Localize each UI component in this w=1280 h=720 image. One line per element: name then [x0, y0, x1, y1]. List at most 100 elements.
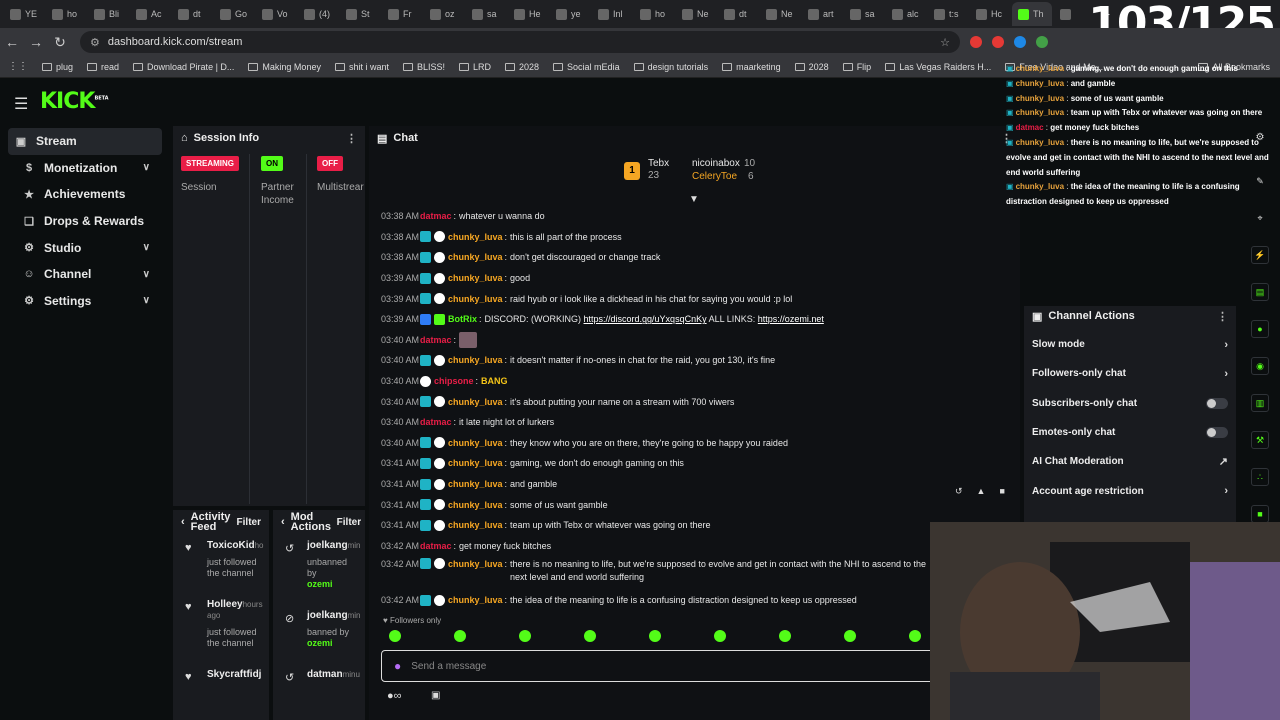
- bookmark-item[interactable]: Social mEdia: [553, 62, 620, 72]
- browser-tab[interactable]: art: [802, 2, 842, 26]
- chat-message[interactable]: 03:40 AM chunky_luva: it doesn't matter if…: [381, 350, 941, 371]
- document-icon[interactable]: ▤: [1251, 283, 1269, 301]
- layout-icon[interactable]: ▥: [1251, 394, 1269, 412]
- chevron-down-icon[interactable]: ∨: [143, 295, 150, 306]
- bookmark-item[interactable]: read: [87, 62, 119, 72]
- chevron-down-icon[interactable]: ∨: [143, 242, 150, 253]
- reply-icon[interactable]: ↺: [955, 486, 963, 502]
- back-icon[interactable]: ←: [0, 34, 24, 50]
- browser-tab[interactable]: ho: [634, 2, 674, 26]
- chevron-right-icon[interactable]: ›: [1224, 339, 1228, 351]
- bookmark-item[interactable]: maarketing: [722, 62, 781, 72]
- feed-item[interactable]: ♥ Skycraftfidj: [179, 669, 263, 683]
- channel-action-followers-only-chat[interactable]: Followers-only chat ›: [1024, 359, 1236, 388]
- target-icon[interactable]: ⌖: [1251, 209, 1269, 227]
- extension-icon[interactable]: [1036, 36, 1048, 48]
- message-username[interactable]: chunky_luva: [448, 558, 503, 571]
- kick-logo[interactable]: KICKBETA: [40, 89, 109, 114]
- bookmark-item[interactable]: 2028: [505, 62, 539, 72]
- message-username[interactable]: chunky_luva: [448, 355, 503, 365]
- extension-icon[interactable]: [1014, 36, 1026, 48]
- message-link[interactable]: https://discord.gg/uYxqsqCnKy: [584, 314, 707, 324]
- site-info-icon[interactable]: ⚙: [90, 36, 100, 49]
- apps-icon[interactable]: ⋮⋮: [8, 61, 28, 72]
- lightning-icon[interactable]: ⚡: [1251, 246, 1269, 264]
- shop-icon[interactable]: ▣: [431, 690, 440, 701]
- extension-icon[interactable]: [992, 36, 1004, 48]
- chat-message[interactable]: 03:40 AM chipsone: BANG: [381, 371, 941, 392]
- message-link[interactable]: https://ozemi.net: [758, 314, 824, 324]
- mic-icon[interactable]: ●: [394, 659, 401, 673]
- chevron-right-icon[interactable]: ›: [1224, 368, 1228, 380]
- browser-tab[interactable]: ye: [550, 2, 590, 26]
- message-username[interactable]: datmac: [420, 211, 452, 221]
- pin-icon[interactable]: ▲: [977, 486, 986, 502]
- sidebar-item-monetization[interactable]: $ Monetization ∨: [8, 155, 162, 182]
- chat-message[interactable]: 03:39 AM BotRix: DISCORD: (WORKING) https:…: [381, 309, 941, 330]
- message-username[interactable]: chunky_luva: [448, 458, 503, 468]
- status-badge[interactable]: STREAMING: [181, 156, 239, 171]
- browser-tab[interactable]: Ne: [676, 2, 716, 26]
- feed-item[interactable]: ♥ ToxicoKidho just followed the channel: [179, 540, 264, 579]
- feed-item[interactable]: ♥ Holleeyhours ago just followed the chann…: [179, 599, 263, 649]
- reload-icon[interactable]: ↻: [48, 34, 72, 51]
- chevron-down-icon[interactable]: ∨: [143, 162, 150, 173]
- chat-message[interactable]: 03:41 AM chunky_luva: gaming, we don't do …: [381, 453, 941, 474]
- chat-message[interactable]: 03:41 AM chunky_luva: team up with Tebx or…: [381, 515, 941, 536]
- message-username[interactable]: chipsone: [434, 376, 474, 386]
- message-username[interactable]: chunky_luva: [448, 479, 503, 489]
- filter-button[interactable]: Filter: [337, 517, 361, 528]
- quick-emote-icon[interactable]: [844, 630, 856, 642]
- browser-tab[interactable]: dt: [718, 2, 758, 26]
- delete-icon[interactable]: ■: [999, 486, 1004, 502]
- chat-scroll-icon[interactable]: ▼: [689, 194, 699, 205]
- message-username[interactable]: chunky_luva: [448, 520, 503, 530]
- quick-emote-icon[interactable]: [519, 630, 531, 642]
- feed-item[interactable]: ↺ datmanminu: [279, 669, 360, 684]
- chat-bubble-icon[interactable]: ●: [1251, 320, 1269, 338]
- quick-emote-icon[interactable]: [779, 630, 791, 642]
- browser-tab[interactable]: YE: [4, 2, 44, 26]
- message-username[interactable]: BotRix: [448, 314, 477, 324]
- menu-icon[interactable]: ☰: [14, 94, 28, 114]
- emote-bar[interactable]: [381, 630, 941, 644]
- bookmark-item[interactable]: Flip: [842, 62, 871, 72]
- external-link-icon[interactable]: ↗: [1219, 455, 1228, 468]
- browser-tab[interactable]: t:s: [928, 2, 968, 26]
- chat-message-list[interactable]: 03:38 AM datmac: whatever u wanna do 03:38 …: [381, 206, 941, 611]
- more-icon[interactable]: ⋮: [346, 132, 357, 145]
- chat-message[interactable]: 03:39 AM chunky_luva: raid hyub or i look …: [381, 288, 941, 309]
- browser-tab[interactable]: ho: [46, 2, 86, 26]
- browser-tab[interactable]: Vo: [256, 2, 296, 26]
- channel-action-emotes-only-chat[interactable]: Emotes-only chat: [1024, 418, 1236, 447]
- sidebar-item-drops-rewards[interactable]: ❑ Drops & Rewards: [8, 208, 162, 235]
- browser-tab[interactable]: oz: [424, 2, 464, 26]
- chat-message[interactable]: 03:38 AM datmac: whatever u wanna do: [381, 206, 941, 227]
- bookmark-item[interactable]: Las Vegas Raiders H...: [885, 62, 991, 72]
- browser-tab[interactable]: Inl: [592, 2, 632, 26]
- chat-message[interactable]: 03:42 AM chunky_luva: there is no meaning …: [381, 556, 941, 590]
- browser-tab[interactable]: Bli: [88, 2, 128, 26]
- quick-emote-icon[interactable]: [389, 630, 401, 642]
- quick-emote-icon[interactable]: [714, 630, 726, 642]
- broadcast-icon[interactable]: ◉: [1251, 357, 1269, 375]
- message-username[interactable]: chunky_luva: [448, 294, 503, 304]
- chat-message[interactable]: 03:41 AM chunky_luva: some of us want gamb…: [381, 494, 941, 515]
- message-username[interactable]: chunky_luva: [448, 397, 503, 407]
- status-badge[interactable]: OFF: [317, 156, 343, 171]
- message-username[interactable]: chunky_luva: [448, 438, 503, 448]
- bookmark-item[interactable]: BLISS!: [402, 62, 445, 72]
- chat-input[interactable]: ● Send a message: [381, 650, 941, 682]
- browser-tab[interactable]: (4): [298, 2, 338, 26]
- message-username[interactable]: datmac: [420, 541, 452, 551]
- message-username[interactable]: datmac: [420, 335, 452, 345]
- bookmark-item[interactable]: LRD: [459, 62, 491, 72]
- browser-tab[interactable]: Go: [214, 2, 254, 26]
- collapse-icon[interactable]: ‹: [181, 516, 185, 528]
- browser-tab[interactable]: sa: [466, 2, 506, 26]
- browser-tab[interactable]: Th: [1012, 2, 1052, 26]
- chevron-right-icon[interactable]: ›: [1224, 485, 1228, 497]
- dots-icon[interactable]: ∴: [1251, 468, 1269, 486]
- bookmark-star-icon[interactable]: ☆: [940, 36, 950, 49]
- browser-tab[interactable]: dt: [172, 2, 212, 26]
